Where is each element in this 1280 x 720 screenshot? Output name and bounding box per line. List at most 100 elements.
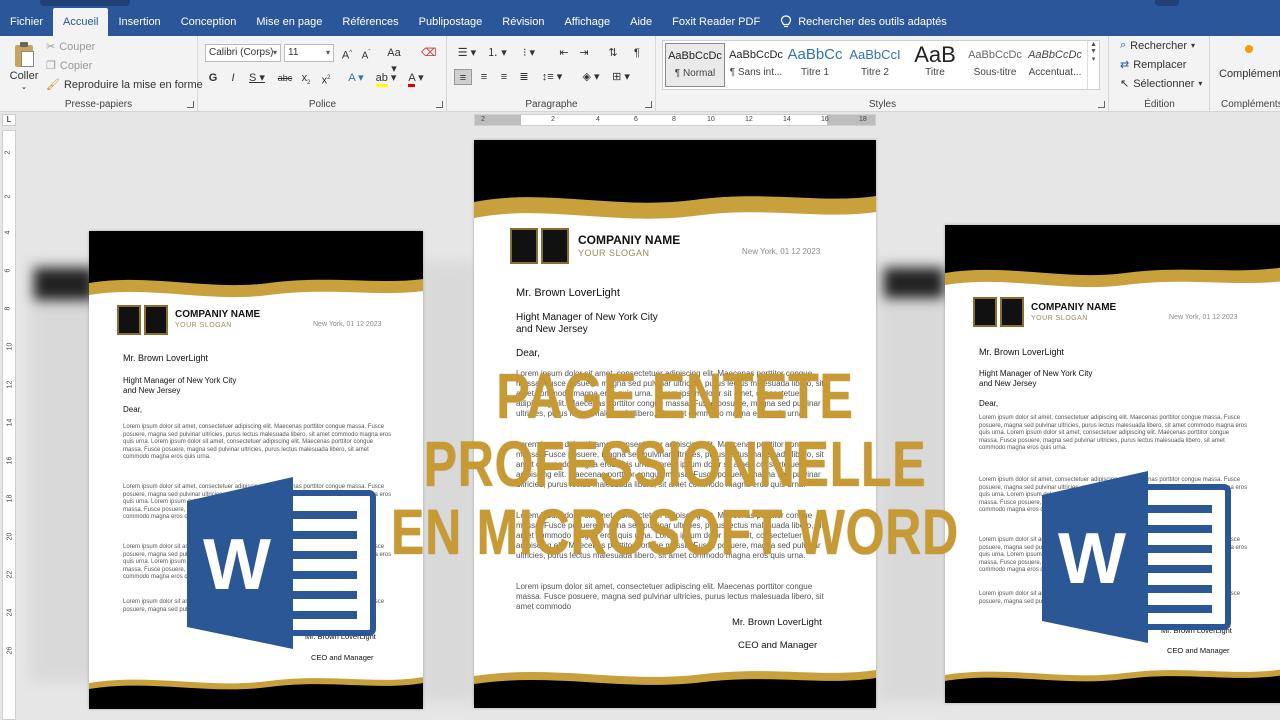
company-logo (973, 297, 1024, 327)
font-name-select[interactable]: Calibri (Corps) ▾ (205, 44, 281, 62)
style-name: Titre 1 (801, 67, 829, 78)
grow-font-icon[interactable]: A^ (340, 45, 354, 62)
multilevel-list-icon[interactable]: ⁝ ▾ (518, 45, 540, 61)
style-name: Titre 2 (861, 67, 889, 78)
letter-date: New York, 01 12 2023 (313, 321, 382, 328)
tab-fichier[interactable]: Fichier (0, 8, 53, 36)
style-title[interactable]: AaB Titre (905, 43, 965, 87)
tab-accueil[interactable]: Accueil (53, 8, 109, 36)
dialog-launcher-icon[interactable] (1098, 101, 1105, 108)
style-heading-1[interactable]: AaBbCc Titre 1 (785, 43, 845, 87)
change-case-icon[interactable]: Aa ▾ (383, 45, 405, 75)
dialog-launcher-icon[interactable] (187, 101, 194, 108)
paragraph-group-label: Paragraphe (525, 99, 578, 110)
find-button[interactable]: ⌕ Rechercher ▾ (1120, 39, 1195, 52)
tab-mise-en-page[interactable]: Mise en page (246, 8, 332, 36)
style-sample: AaBbCcI (849, 47, 901, 62)
company-name: COMPANIY NAME (578, 233, 681, 247)
style-sample: AaBbCcDc (668, 50, 722, 62)
align-left-icon[interactable]: ≡ (454, 69, 472, 85)
tab-aide[interactable]: Aide (620, 8, 662, 36)
strikethrough-icon[interactable]: abc (277, 70, 293, 86)
body-paragraph: Lorem ipsum dolor sit amet, consectetuer… (979, 415, 1248, 451)
select-button[interactable]: ↖ Sélectionner ▾ (1120, 77, 1203, 91)
decrease-indent-icon[interactable]: ⇤ (556, 45, 572, 61)
tab-foxit[interactable]: Foxit Reader PDF (662, 8, 770, 36)
chevron-down-icon: ▾ (1198, 79, 1203, 88)
more-icon[interactable]: ▾ (1088, 55, 1099, 63)
replace-button[interactable]: ⇄ Remplacer (1120, 58, 1186, 72)
pilcrow-icon[interactable]: ¶ (630, 45, 644, 61)
font-name-value: Calibri (Corps) (209, 47, 274, 58)
style-subtitle[interactable]: AaBbCcDc Sous-titre (965, 43, 1025, 87)
increase-indent-icon[interactable]: ⇥ (576, 45, 592, 61)
style-sample: AaBbCcDc (729, 49, 783, 61)
align-center-icon[interactable]: ≡ (476, 69, 492, 85)
recipient-title: Hight Manager of New York City (516, 312, 658, 323)
font-color-icon[interactable]: A ▾ (405, 70, 427, 87)
shading-icon[interactable]: ◈ ▾ (580, 69, 602, 85)
greeting: Dear, (516, 348, 540, 359)
ruler-number: 14 (783, 116, 791, 123)
chevron-up-icon[interactable]: ▲ (1088, 41, 1099, 48)
signature-title: CEO and Manager (738, 640, 818, 651)
dialog-launcher-icon[interactable] (645, 101, 652, 108)
tab-conception[interactable]: Conception (171, 8, 247, 36)
vertical-ruler[interactable]: 2 2 4 6 8 10 12 14 16 18 20 22 24 26 (2, 130, 16, 720)
copy-button[interactable]: ❐ Copier (46, 59, 92, 73)
bold-icon[interactable]: G (207, 70, 219, 86)
tab-selector[interactable]: L (2, 114, 16, 126)
dialog-launcher-icon[interactable] (436, 101, 443, 108)
background-band (884, 268, 944, 298)
ruler-number: 12 (6, 380, 14, 389)
align-right-icon[interactable]: ≡ (496, 69, 512, 85)
style-name: ¶ Normal (674, 68, 716, 79)
scissors-icon: ✂ (46, 41, 56, 53)
replace-icon: ⇄ (1120, 59, 1130, 71)
text-effects-icon[interactable]: A ▾ (345, 70, 367, 86)
search-icon: ⌕ (1120, 39, 1127, 51)
ruler-number: 8 (4, 306, 12, 311)
recipient-title: and New Jersey (123, 386, 181, 395)
header-wave (89, 231, 423, 298)
sort-icon[interactable]: ⇅ (606, 45, 620, 61)
editing-group-label: Édition (1144, 99, 1175, 110)
numbering-icon[interactable]: ⒈ ▾ (486, 45, 508, 61)
tab-revision[interactable]: Révision (492, 8, 554, 36)
style-no-spacing[interactable]: AaBbCcDc ¶ Sans int... (726, 43, 786, 87)
addins-button[interactable]: Compléments (1219, 68, 1280, 80)
tell-me-search[interactable]: Rechercher des outils adaptés (770, 8, 957, 36)
style-heading-2[interactable]: AaBbCcI Titre 2 (845, 43, 905, 87)
tab-publipostage[interactable]: Publipostage (409, 8, 493, 36)
underline-icon[interactable]: S ▾ (247, 70, 267, 86)
chevron-down-icon[interactable]: ▼ (1088, 48, 1099, 55)
ribbon-tab-bar: Fichier Accueil Insertion Conception Mis… (0, 0, 1280, 36)
cursor-icon: ↖ (1120, 78, 1130, 90)
tab-insertion[interactable]: Insertion (108, 8, 170, 36)
superscript-icon[interactable]: x2 (319, 70, 333, 87)
style-emphasis[interactable]: AaBbCcDc Accentuat... (1025, 43, 1085, 87)
styles-scroll[interactable]: ▲ ▼ ▾ (1087, 41, 1099, 89)
footer-wave (945, 669, 1280, 703)
borders-icon[interactable]: ⊞ ▾ (610, 69, 632, 85)
justify-icon[interactable]: ≣ (516, 69, 532, 85)
video-title-overlay: PAGE ENTETE PROFESSIONNELLE EN MICROSOFT… (344, 362, 1007, 566)
tab-references[interactable]: Références (332, 8, 408, 36)
style-normal[interactable]: AaBbCcDc ¶ Normal (665, 43, 725, 87)
clear-format-icon[interactable]: ⌫ (421, 45, 437, 61)
ruler-number: 16 (821, 116, 829, 123)
shrink-font-icon[interactable]: Aˇ (359, 45, 373, 61)
subscript-icon[interactable]: x2 (299, 70, 313, 86)
highlight-icon[interactable]: ab ▾ (375, 70, 397, 87)
paste-label: Coller (9, 70, 39, 82)
paste-button[interactable]: Coller ⌄ (6, 42, 42, 91)
horizontal-ruler[interactable]: 2 2 4 6 8 10 12 14 16 18 (474, 114, 876, 126)
style-name: Titre (925, 67, 945, 78)
cut-button[interactable]: ✂ Couper (46, 40, 95, 54)
line-spacing-icon[interactable]: ↕≡ ▾ (540, 69, 564, 85)
tab-affichage[interactable]: Affichage (554, 8, 620, 36)
italic-icon[interactable]: I (227, 70, 239, 86)
format-painter-button[interactable]: 🖌 Reproduire la mise en forme (46, 78, 203, 92)
font-size-select[interactable]: 11 ▾ (284, 44, 334, 62)
bullets-icon[interactable]: ☰ ▾ (456, 45, 478, 61)
